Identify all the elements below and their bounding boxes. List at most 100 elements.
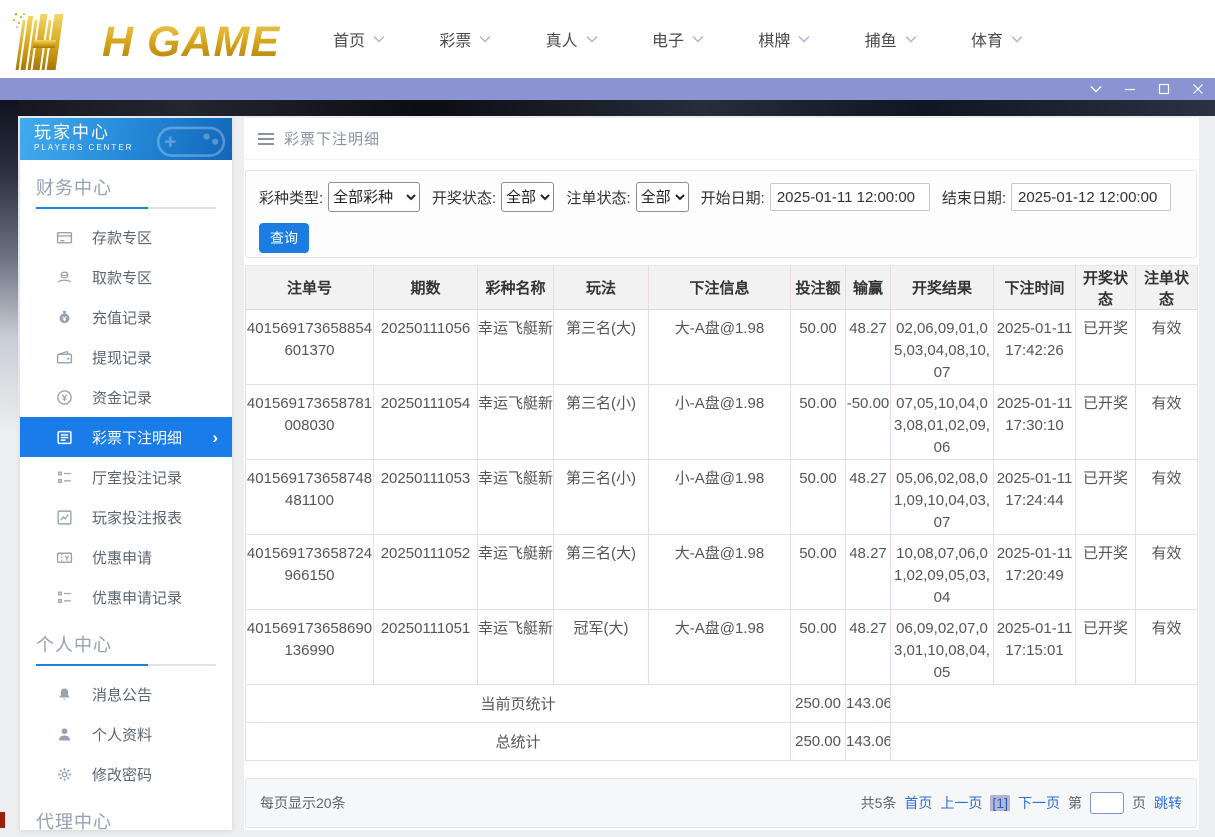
backdrop-red-mark: [0, 812, 5, 828]
end-date-label: 结束日期:: [941, 189, 1006, 207]
table-cell: 2025-01-11 17:24:44: [993, 459, 1076, 535]
nav-item-label: 体育: [970, 33, 1003, 50]
column-header: 开奖结果: [890, 265, 994, 310]
table-cell: 第三名(大): [553, 534, 649, 610]
table-cell: 20250111052: [373, 534, 478, 610]
next-page-link[interactable]: 下一页: [1018, 793, 1060, 813]
sidebar-item-label: 资金记录: [92, 389, 153, 407]
column-header: 投注额: [790, 265, 846, 310]
nav-item-home[interactable]: 首页: [333, 27, 385, 51]
draw-status-label: 开奖状态:: [431, 189, 497, 207]
table-cell: 2025-01-11 17:20:49: [993, 534, 1076, 610]
chevron-down-icon: [1090, 83, 1102, 95]
nav-item-sports[interactable]: 体育: [971, 27, 1023, 51]
sidebar-item-recharge-records[interactable]: 充值记录: [20, 297, 232, 337]
column-header: 下注时间: [993, 265, 1076, 310]
column-header: 输赢: [845, 265, 891, 310]
list-check-icon: [56, 589, 73, 606]
nav-item-fishing[interactable]: 捕鱼: [865, 27, 917, 51]
summary-row: 总统计 250.00 143.06: [245, 722, 1198, 761]
sidebar-item-room-bet-records[interactable]: 厅室投注记录: [20, 457, 232, 497]
table-cell: 大-A盘@1.98: [648, 534, 791, 610]
table-cell: 48.27: [845, 534, 891, 610]
sidebar-item-lottery-bet-details[interactable]: 彩票下注明细 ›: [20, 417, 232, 457]
column-header: 下注信息: [648, 265, 791, 310]
table-cell: 2025-01-11 17:30:10: [993, 384, 1076, 460]
current-page-indicator[interactable]: [1]: [990, 795, 1010, 811]
table-cell: 幸运飞艇新: [477, 309, 554, 385]
sidebar-item-label: 消息公告: [92, 686, 153, 704]
table-cell: 48.27: [845, 459, 891, 535]
table-cell: 50.00: [790, 384, 846, 460]
nav-item-lottery[interactable]: 彩票: [439, 27, 491, 51]
draw-status-select[interactable]: 全部: [501, 182, 555, 212]
sidebar-item-label: 修改密码: [92, 766, 153, 784]
maximize-icon: [1158, 83, 1170, 95]
close-icon: [1192, 83, 1204, 95]
nav-item-label: 真人: [545, 33, 578, 50]
table-cell: 有效: [1135, 609, 1198, 685]
table-cell: 2025-01-11 17:15:01: [993, 609, 1076, 685]
main-nav: 首页 彩票 真人 电子 棋牌 捕鱼 体育: [333, 0, 1023, 78]
nav-item-live[interactable]: 真人: [546, 27, 598, 51]
table-row: 401569173658781008030 20250111054 幸运飞艇新 第三名…: [245, 384, 1198, 460]
main-content: 彩票下注明细 彩种类型: 全部彩种 开奖状态: 全部 注单状态: 全部 开始日期…: [244, 118, 1199, 830]
prev-page-link[interactable]: 上一页: [940, 793, 982, 813]
withdraw-hand-icon: [56, 269, 73, 286]
sidebar-item-promo-apply[interactable]: 优惠申请: [20, 537, 232, 577]
sidebar-item-label: 厅室投注记录: [92, 469, 183, 487]
bet-doc-icon: [56, 429, 73, 446]
sidebar-item-player-bet-report[interactable]: 玩家投注报表: [20, 497, 232, 537]
end-date-input[interactable]: [1011, 183, 1171, 211]
section-items-finance-center: 存款专区 取款专区充值记录提现记录资金记录彩票下注明细 › 厅室投注记录 玩家投注报表优…: [20, 217, 232, 617]
sidebar-item-promo-apply-records[interactable]: 优惠申请记录: [20, 577, 232, 617]
sidebar-sections: 财务中心 存款专区 取款专区 充值记录 提现记录 资金记录 彩票下注明细 › 厅室投注记录 玩家投…: [20, 174, 232, 830]
table-cell: 有效: [1135, 534, 1198, 610]
jump-button[interactable]: 跳转: [1154, 793, 1182, 813]
window-menu-button[interactable]: [1089, 81, 1103, 97]
sidebar-item-label: 充值记录: [92, 309, 153, 327]
nav-item-chess[interactable]: 棋牌: [758, 27, 810, 51]
close-button[interactable]: [1191, 81, 1205, 97]
sidebar-item-profile[interactable]: 个人资料: [20, 714, 232, 754]
table-cell: 401569173658781008030: [245, 384, 374, 460]
maximize-button[interactable]: [1157, 81, 1171, 97]
sidebar-item-deposit-zone[interactable]: 存款专区: [20, 217, 232, 257]
table-cell: 已开奖: [1075, 384, 1136, 460]
first-page-link[interactable]: 首页: [904, 793, 932, 813]
section-title-personal-center: 个人中心: [36, 635, 112, 655]
sidebar-item-notices[interactable]: 消息公告: [20, 674, 232, 714]
table-cell: 05,06,02,08,01,09,10,04,03,07: [890, 459, 994, 535]
page-jump-input[interactable]: [1090, 792, 1124, 814]
minimize-button[interactable]: [1123, 81, 1137, 97]
page-title: 彩票下注明细: [284, 131, 381, 148]
table-cell: 50.00: [790, 534, 846, 610]
hamburger-icon[interactable]: [258, 132, 274, 145]
table-cell: 20250111054: [373, 384, 478, 460]
table-cell: 07,05,10,04,03,08,01,02,09,06: [890, 384, 994, 460]
wallet-icon: [56, 349, 73, 366]
nav-item-slots[interactable]: 电子: [652, 27, 704, 51]
coin-icon: [56, 389, 73, 406]
sidebar-item-label: 玩家投注报表: [92, 509, 183, 527]
column-header: 期数: [373, 265, 478, 310]
sidebar-item-funds-records[interactable]: 资金记录: [20, 377, 232, 417]
jump-suffix-label: 页: [1132, 795, 1146, 811]
order-status-select[interactable]: 全部: [635, 182, 689, 212]
sidebar-item-withdrawal-records[interactable]: 提现记录: [20, 337, 232, 377]
page-size-text: 每页显示20条: [260, 795, 346, 811]
total-count-text: 共5条: [860, 795, 897, 811]
table-cell: 已开奖: [1075, 309, 1136, 385]
table-cell: 第三名(小): [553, 384, 649, 460]
table-cell: 50.00: [790, 609, 846, 685]
logo[interactable]: H GAME: [10, 8, 280, 70]
start-date-input[interactable]: [769, 183, 930, 211]
table-cell: 已开奖: [1075, 609, 1136, 685]
bets-table: 注单号 期数 彩种名称 玩法 下注信息 投注额 输赢 开奖结果 下注时间 开奖状态 注单状态 401…: [245, 265, 1198, 761]
sidebar-item-withdraw-zone[interactable]: 取款专区: [20, 257, 232, 297]
summary-bet-total: 250.00: [790, 722, 846, 761]
search-button[interactable]: 查询: [259, 223, 309, 253]
chevron-down-icon: [905, 35, 917, 43]
lottery-type-select[interactable]: 全部彩种: [328, 182, 420, 212]
sidebar-item-change-password[interactable]: 修改密码: [20, 754, 232, 794]
